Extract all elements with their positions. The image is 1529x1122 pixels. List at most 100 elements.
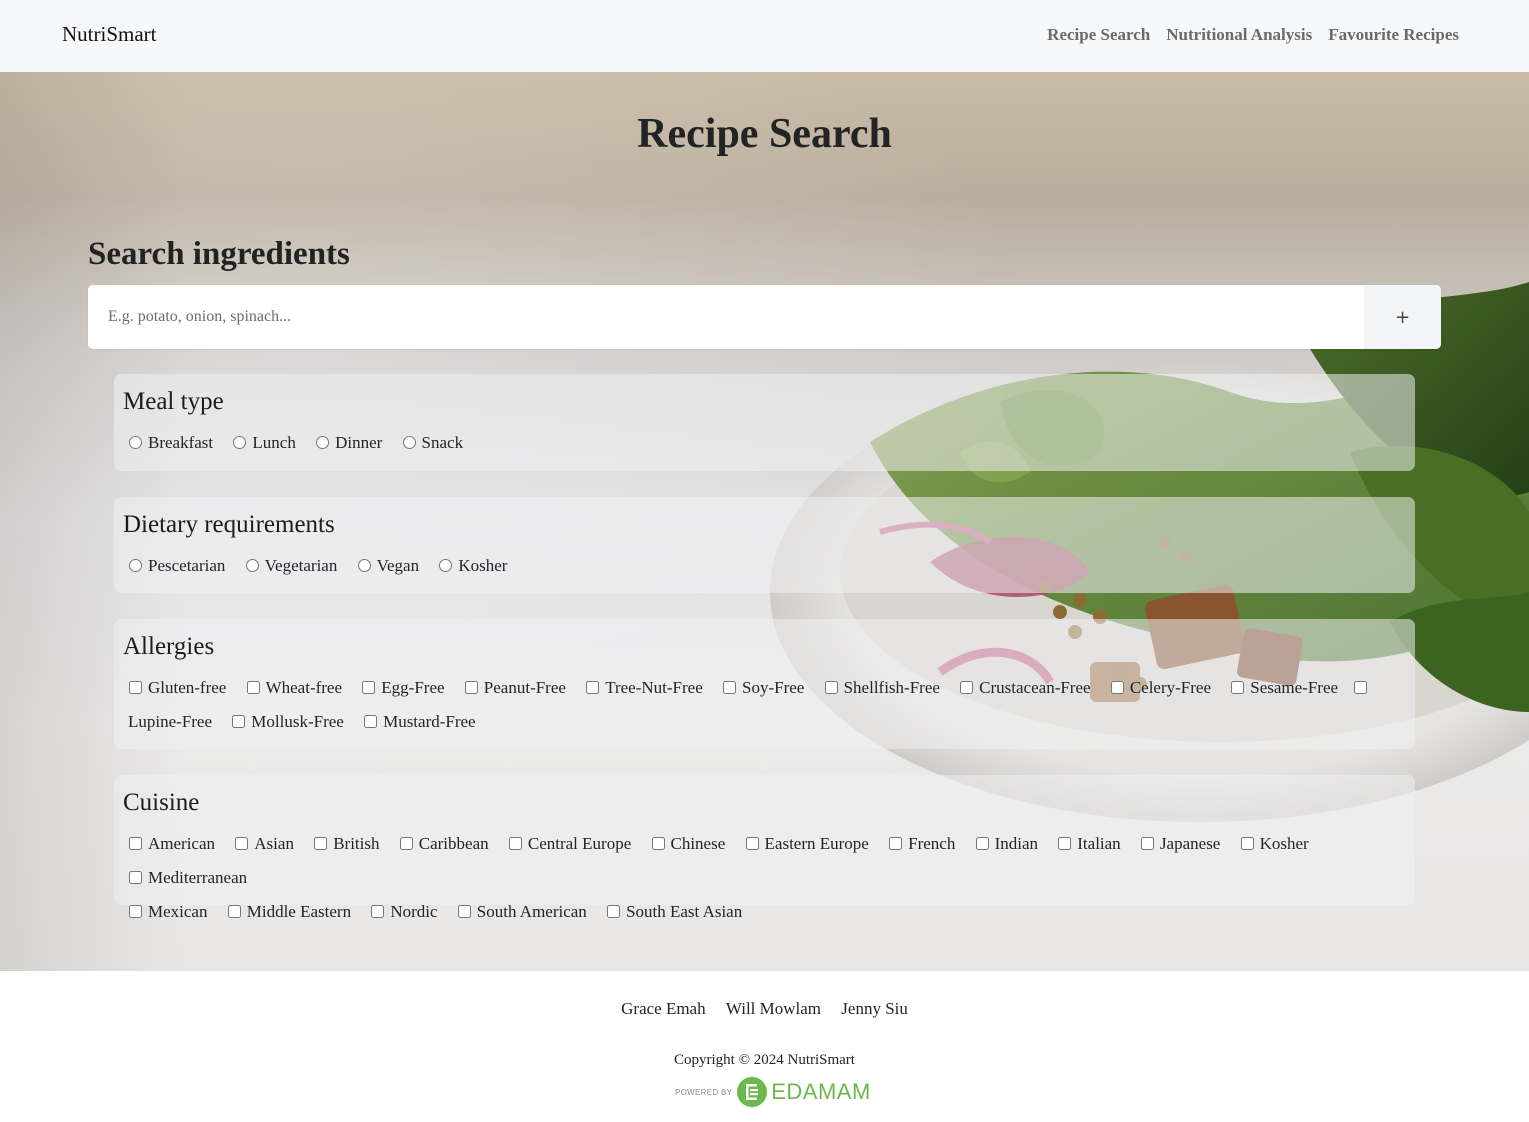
allergy-option[interactable]: Egg-Free xyxy=(356,678,454,697)
allergy-checkbox[interactable] xyxy=(464,681,478,694)
page-title: Recipe Search xyxy=(637,111,892,157)
nav-link-nutritional-analysis[interactable]: Nutritional Analysis xyxy=(1166,25,1312,45)
meal-type-radio[interactable] xyxy=(316,436,330,449)
meal-type-radio[interactable] xyxy=(402,436,416,449)
allergy-checkbox[interactable] xyxy=(364,715,378,728)
allergy-checkbox[interactable] xyxy=(1231,681,1245,694)
cuisine-option[interactable]: Mediterranean xyxy=(123,868,257,887)
cuisine-checkbox[interactable] xyxy=(399,837,413,850)
cuisine-checkbox[interactable] xyxy=(745,837,759,850)
allergy-option[interactable]: Peanut-Free xyxy=(459,678,576,697)
dietary-option[interactable]: Vegan xyxy=(352,556,429,575)
allergy-option[interactable]: Crustacean-Free xyxy=(954,678,1100,697)
cuisine-option[interactable]: Caribbean xyxy=(394,834,499,853)
add-ingredient-button[interactable]: + xyxy=(1364,285,1441,349)
dietary-option[interactable]: Pescetarian xyxy=(123,556,235,575)
plus-icon: + xyxy=(1394,306,1411,328)
allergy-option[interactable]: Mollusk-Free xyxy=(226,712,354,731)
meal-type-option[interactable]: Breakfast xyxy=(123,433,223,452)
cuisine-checkbox[interactable] xyxy=(889,837,903,850)
edamam-logo-icon xyxy=(737,1077,768,1107)
allergy-option[interactable]: Sesame-Free xyxy=(1225,678,1348,697)
cuisine-checkbox[interactable] xyxy=(975,837,989,850)
dietary-option[interactable]: Vegetarian xyxy=(240,556,348,575)
cuisine-checkbox[interactable] xyxy=(314,837,328,850)
edamam-attribution[interactable]: POWERED BY EDAMAM xyxy=(675,1077,871,1107)
cuisine-checkbox[interactable] xyxy=(457,905,471,918)
dietary-options: Pescetarian Vegetarian Vegan Kosher xyxy=(123,549,1406,583)
cuisine-checkbox[interactable] xyxy=(235,837,249,850)
meal-type-radio[interactable] xyxy=(233,436,247,449)
allergy-option[interactable]: Celery-Free xyxy=(1105,678,1221,697)
footer-authors: Grace Emah Will Mowlam Jenny Siu xyxy=(0,999,1529,1019)
dietary-radio[interactable] xyxy=(439,559,453,572)
cuisine-panel: Cuisine American Asian British Caribbean… xyxy=(114,775,1415,921)
cuisine-checkbox[interactable] xyxy=(651,837,665,850)
ingredient-search-input[interactable] xyxy=(88,285,1364,349)
allergies-panel: Allergies Gluten-free Wheat-free Egg-Fre… xyxy=(114,619,1415,749)
search-group: + xyxy=(88,285,1441,349)
meal-type-panel: Meal type Breakfast Lunch Dinner Snack xyxy=(114,374,1415,471)
cuisine-option[interactable]: American xyxy=(123,834,225,853)
allergy-checkbox[interactable] xyxy=(824,681,838,694)
cuisine-checkbox[interactable] xyxy=(508,837,522,850)
meal-type-option[interactable]: Snack xyxy=(397,433,474,452)
cuisine-option[interactable]: Italian xyxy=(1052,834,1130,853)
meal-type-option[interactable]: Dinner xyxy=(310,433,392,452)
allergy-checkbox[interactable] xyxy=(246,681,260,694)
allergy-checkbox[interactable] xyxy=(129,681,142,694)
cuisine-option[interactable]: Asian xyxy=(229,834,304,853)
nav-link-recipe-search[interactable]: Recipe Search xyxy=(1047,25,1150,45)
allergy-option[interactable]: Tree-Nut-Free xyxy=(580,678,713,697)
nav-link-favourite-recipes[interactable]: Favourite Recipes xyxy=(1328,25,1459,45)
dietary-title: Dietary requirements xyxy=(123,511,335,538)
allergy-checkbox[interactable] xyxy=(362,681,376,694)
cuisine-checkbox[interactable] xyxy=(129,837,142,850)
author-name: Will Mowlam xyxy=(725,999,822,1018)
allergy-checkbox[interactable] xyxy=(723,681,737,694)
cuisine-option[interactable]: Eastern Europe xyxy=(740,834,879,853)
meal-type-radio[interactable] xyxy=(129,436,142,449)
cuisine-checkbox[interactable] xyxy=(371,905,385,918)
cuisine-checkbox[interactable] xyxy=(227,905,241,918)
cuisine-option[interactable]: Japanese xyxy=(1135,834,1230,853)
allergy-option[interactable]: Shellfish-Free xyxy=(819,678,950,697)
copyright-text: Copyright © 2024 NutriSmart xyxy=(674,1052,855,1068)
dietary-radio[interactable] xyxy=(245,559,259,572)
cuisine-checkbox[interactable] xyxy=(129,905,142,918)
brand-link[interactable]: NutriSmart xyxy=(62,22,157,47)
allergy-checkbox[interactable] xyxy=(1110,681,1124,694)
dietary-radio[interactable] xyxy=(357,559,371,572)
cuisine-checkbox[interactable] xyxy=(1140,837,1154,850)
cuisine-option[interactable]: Mexican xyxy=(123,902,217,921)
cuisine-checkbox[interactable] xyxy=(129,871,142,884)
cuisine-option[interactable]: Middle Eastern xyxy=(222,902,361,921)
allergy-option[interactable]: Gluten-free xyxy=(123,678,236,697)
allergy-option[interactable]: Wheat-free xyxy=(241,678,352,697)
allergy-option[interactable]: Lupine-Free xyxy=(128,712,222,731)
allergy-checkbox[interactable] xyxy=(586,681,600,694)
cuisine-option[interactable]: British xyxy=(308,834,389,853)
dietary-radio[interactable] xyxy=(129,559,142,572)
cuisine-option[interactable]: Nordic xyxy=(365,902,447,921)
cuisine-option[interactable]: Kosher xyxy=(1235,834,1319,853)
allergy-checkbox[interactable] xyxy=(960,681,974,694)
cuisine-option[interactable]: South East Asian xyxy=(601,902,752,921)
meal-type-option[interactable]: Lunch xyxy=(227,433,305,452)
allergy-checkbox[interactable] xyxy=(232,715,246,728)
dietary-option[interactable]: Kosher xyxy=(433,556,517,575)
allergy-option[interactable]: Soy-Free xyxy=(717,678,814,697)
cuisine-option[interactable]: Indian xyxy=(970,834,1048,853)
meal-type-title: Meal type xyxy=(123,388,224,415)
allergy-option[interactable]: Mustard-Free xyxy=(358,712,486,731)
author-name: Grace Emah xyxy=(621,999,706,1018)
cuisine-checkbox[interactable] xyxy=(1240,837,1254,850)
cuisine-checkbox[interactable] xyxy=(1058,837,1072,850)
cuisine-option[interactable]: French xyxy=(883,834,965,853)
cuisine-option[interactable]: Chinese xyxy=(646,834,736,853)
cuisine-options: American Asian British Caribbean Central… xyxy=(123,827,1406,929)
allergy-checkbox[interactable] xyxy=(1354,681,1368,694)
cuisine-checkbox[interactable] xyxy=(607,905,621,918)
cuisine-option[interactable]: Central Europe xyxy=(503,834,641,853)
cuisine-option[interactable]: South American xyxy=(452,902,597,921)
